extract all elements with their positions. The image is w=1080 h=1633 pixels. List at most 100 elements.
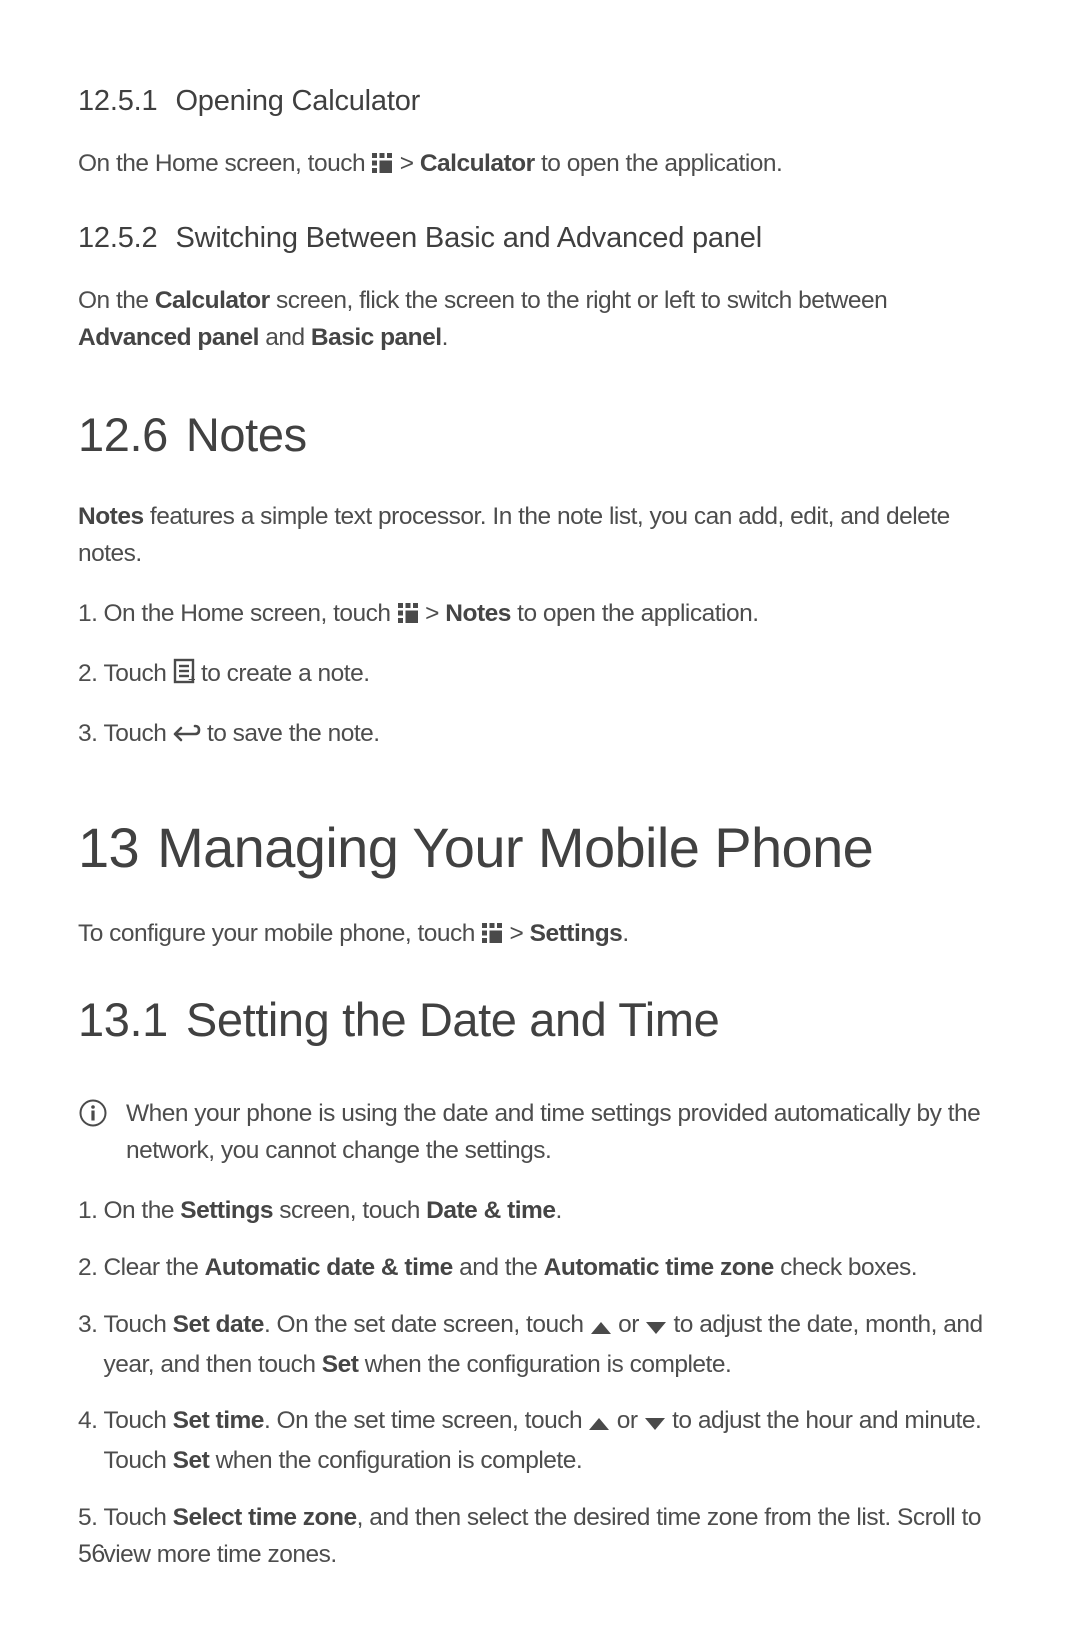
warning-circle-icon: [78, 1098, 108, 1136]
list-item: 1. On the Home screen, touch > Notes to …: [78, 596, 1002, 636]
new-note-icon: +: [173, 658, 195, 696]
text-run: and the: [453, 1254, 544, 1281]
list-text: On the Settings screen, touch Date & tim…: [103, 1193, 1002, 1230]
note-callout: When your phone is using the date and ti…: [78, 1096, 1002, 1170]
heading-12-5-1: 12.5.1 Opening Calculator: [78, 80, 1002, 124]
text-run: On the: [103, 1197, 180, 1224]
heading-number: 13: [78, 816, 139, 879]
bold-text: Set time: [173, 1407, 264, 1434]
document-page: 12.5.1 Opening Calculator On the Home scr…: [0, 0, 1080, 1633]
paragraph: On the Calculator screen, flick the scre…: [78, 283, 1002, 357]
bold-text: Notes: [445, 600, 511, 627]
text-run: Touch: [103, 1311, 172, 1338]
text-run: Touch: [103, 660, 172, 687]
list-text: Touch Select time zone, and then select …: [103, 1500, 1002, 1574]
bold-text: Settings: [180, 1197, 273, 1224]
heading-number: 12.5.1: [78, 85, 157, 117]
list-number: 3.: [78, 1307, 97, 1384]
list-item: 5. Touch Select time zone, and then sele…: [78, 1500, 1002, 1574]
bold-text: Date & time: [426, 1197, 555, 1224]
text-run: or: [617, 1407, 644, 1434]
list-text: Clear the Automatic date & time and the …: [103, 1250, 1002, 1287]
apps-grid-icon: [397, 599, 419, 636]
text-run: On the: [78, 287, 155, 314]
arrow-up-solid-icon: [588, 1406, 610, 1443]
bold-text: Set date: [173, 1311, 264, 1338]
text-run: features a simple text processor. In the…: [78, 503, 950, 567]
text-run: when the configuration is complete.: [209, 1447, 582, 1474]
text-run: . On the set time screen, touch: [264, 1407, 588, 1434]
heading-title: Switching Between Basic and Advanced pan…: [175, 222, 762, 254]
paragraph: To configure your mobile phone, touch > …: [78, 916, 1002, 956]
list-item: 4. Touch Set time. On the set time scree…: [78, 1403, 1002, 1480]
text-run: Touch: [103, 720, 172, 747]
text-run: or: [618, 1311, 645, 1338]
heading-number: 12.6: [78, 408, 168, 461]
bold-text: Set: [322, 1351, 359, 1378]
list-item: 3. Touch Set date. On the set date scree…: [78, 1307, 1002, 1384]
list-number: 1.: [78, 596, 97, 636]
page-number: 56: [78, 1540, 105, 1569]
list-item: 1. On the Settings screen, touch Date & …: [78, 1193, 1002, 1230]
text-run: >: [510, 920, 530, 947]
heading-13-1: 13.1 Setting the Date and Time: [78, 985, 1002, 1056]
text-run: to save the note.: [207, 720, 380, 747]
svg-text:+: +: [188, 671, 195, 684]
text-run: To configure your mobile phone, touch: [78, 920, 481, 947]
heading-12-5-2: 12.5.2 Switching Between Basic and Advanc…: [78, 217, 1002, 261]
text-run: Touch: [103, 1407, 172, 1434]
heading-title: Setting the Date and Time: [186, 993, 719, 1046]
bold-text: Automatic date & time: [205, 1254, 453, 1281]
apps-grid-icon: [371, 149, 393, 186]
heading-title: Managing Your Mobile Phone: [157, 816, 873, 879]
list-number: 3.: [78, 716, 97, 756]
list-item: 2. Clear the Automatic date & time and t…: [78, 1250, 1002, 1287]
bold-text: Notes: [78, 503, 144, 530]
arrow-down-solid-icon: [644, 1406, 666, 1443]
text-run: Clear the: [103, 1254, 204, 1281]
text-run: >: [425, 600, 445, 627]
arrow-down-solid-icon: [645, 1310, 667, 1347]
arrow-up-solid-icon: [590, 1310, 612, 1347]
text-run: .: [442, 324, 448, 351]
bold-text: Set: [173, 1447, 210, 1474]
note-text: When your phone is using the date and ti…: [126, 1096, 1002, 1170]
text-run: to open the application.: [511, 600, 759, 627]
paragraph: On the Home screen, touch > Calculator t…: [78, 146, 1002, 186]
text-run: when the configuration is complete.: [358, 1351, 731, 1378]
bold-text: Automatic time zone: [544, 1254, 774, 1281]
heading-title: Notes: [186, 408, 307, 461]
list-number: 2.: [78, 656, 97, 696]
bold-text: Calculator: [420, 150, 535, 177]
apps-grid-icon: [481, 919, 503, 956]
list-text: On the Home screen, touch > Notes to ope…: [103, 596, 1002, 636]
heading-number: 12.5.2: [78, 222, 157, 254]
text-run: screen, touch: [273, 1197, 426, 1224]
text-run: .: [622, 920, 628, 947]
text-run: screen, flick the screen to the right or…: [270, 287, 888, 314]
paragraph: Notes features a simple text processor. …: [78, 499, 1002, 573]
heading-number: 13.1: [78, 993, 168, 1046]
list-item: 2. Touch + to create a note.: [78, 656, 1002, 696]
text-run: . On the set date screen, touch: [264, 1311, 590, 1338]
list-item: 3. Touch to save the note.: [78, 716, 1002, 756]
bold-text: Settings: [530, 920, 623, 947]
list-text: Touch Set date. On the set date screen, …: [103, 1307, 1002, 1384]
bold-text: Advanced panel: [78, 324, 259, 351]
list-number: 2.: [78, 1250, 97, 1287]
list-number: 1.: [78, 1193, 97, 1230]
list-text: Touch to save the note.: [103, 716, 1002, 756]
list-number: 4.: [78, 1403, 97, 1480]
heading-13: 13 Managing Your Mobile Phone: [78, 806, 1002, 890]
text-run: to open the application.: [535, 150, 783, 177]
back-icon: [173, 719, 201, 756]
text-run: to create a note.: [201, 660, 370, 687]
bold-text: Basic panel: [311, 324, 442, 351]
heading-12-6: 12.6 Notes: [78, 400, 1002, 471]
list-text: Touch Set time. On the set time screen, …: [103, 1403, 1002, 1480]
bold-text: Calculator: [155, 287, 270, 314]
list-text: Touch + to create a note.: [103, 656, 1002, 696]
text-run: and: [259, 324, 311, 351]
text-run: On the Home screen, touch: [103, 600, 396, 627]
heading-title: Opening Calculator: [175, 85, 420, 117]
